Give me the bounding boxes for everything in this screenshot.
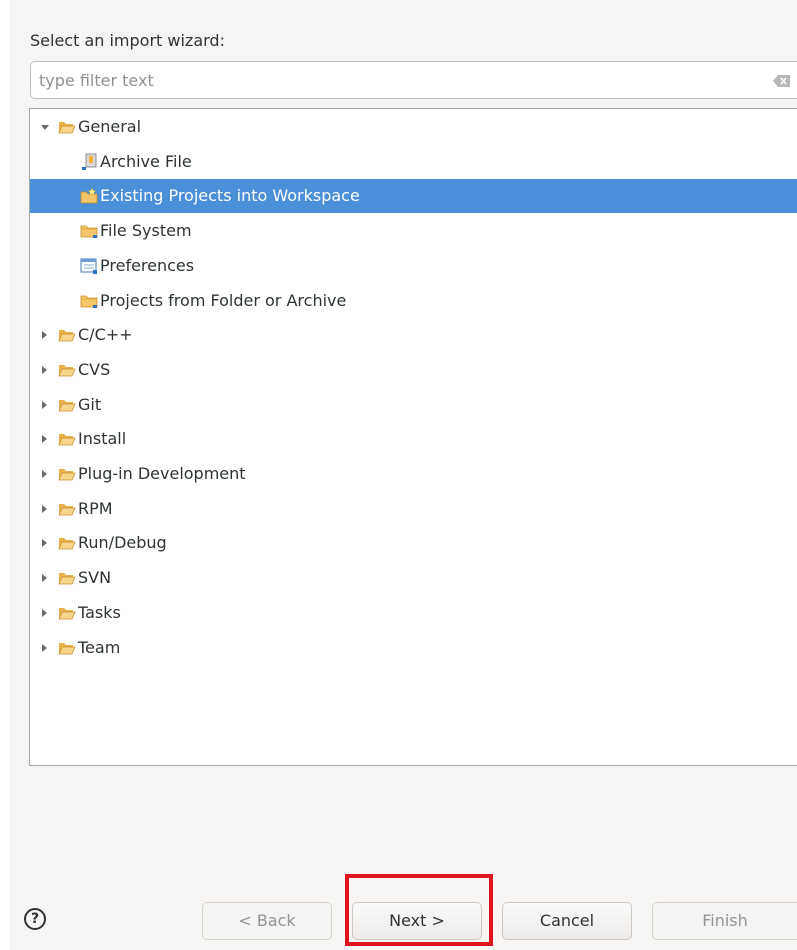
tree-item-label: C/C++ [78,325,133,345]
tree-item-label: CVS [78,359,111,379]
tree-item-label: Plug-in Development [78,464,246,483]
filter-input[interactable] [31,62,759,98]
expand-arrow-icon[interactable] [42,435,47,444]
tree-item-label: Archive File [100,151,192,171]
tree-item-label: General [78,117,142,136]
tree-item-c-c[interactable]: C/C++ [30,318,797,352]
expand-arrow-icon[interactable] [42,539,47,548]
tree-item-svn[interactable]: SVN [30,561,797,595]
expand-arrow-icon[interactable] [42,331,47,340]
help-icon[interactable]: ? [24,908,46,930]
filter-box [30,61,797,99]
folder-open-icon [58,361,76,379]
wizard-prompt: Select an import wizard: [30,31,225,50]
tree-item-rpm[interactable]: RPM [30,492,797,526]
collapse-arrow-icon[interactable] [41,125,49,130]
tree-item-tasks[interactable]: Tasks [30,596,797,630]
dialog-footer: ? < Back Next > Cancel Finish [10,872,797,950]
folder-icon [80,292,98,310]
folder-open-icon [58,326,76,344]
wizard-tree[interactable]: General Archive File Existing Projects int… [29,108,797,766]
preferences-icon [80,257,98,275]
tree-item-team[interactable]: Team [30,631,797,665]
finish-button[interactable]: Finish [652,902,797,940]
folder-open-icon [58,396,76,414]
tree-item-general[interactable]: General [30,110,797,144]
expand-arrow-icon[interactable] [42,643,47,652]
tree-item-cvs[interactable]: CVS [30,353,797,387]
tree-item-file-system[interactable]: File System [30,214,797,248]
tree-item-preferences[interactable]: Preferences [30,249,797,283]
folder-open-icon [58,639,76,657]
tree-item-label: RPM [78,498,113,518]
next-button[interactable]: Next > [352,902,482,940]
expand-arrow-icon[interactable] [42,400,47,409]
tree-item-label: Projects from Folder or Archive [100,290,347,310]
folder-open-icon [58,118,76,136]
tree-item-label: Git [78,394,102,414]
tree-item-label: Preferences [100,255,195,275]
archive-file-icon [80,153,98,171]
tree-item-plug-in-development[interactable]: Plug-in Development [30,457,797,491]
tree-item-label: SVN [78,568,112,588]
tree-item-label: Run/Debug [78,533,167,553]
back-button[interactable]: < Back [202,902,332,940]
tree-item-projects-from-folder-or-archive[interactable]: Projects from Folder or Archive [30,284,797,318]
folder-open-icon [58,534,76,552]
folder-open-icon [58,569,76,587]
cancel-button[interactable]: Cancel [502,902,632,940]
folder-open-icon [58,604,76,622]
folder-open-icon [58,430,76,448]
expand-arrow-icon[interactable] [42,365,47,374]
expand-arrow-icon[interactable] [42,608,47,617]
tree-item-install[interactable]: Install [30,422,797,456]
clear-filter-icon[interactable] [773,73,791,87]
tree-item-label: Tasks [78,602,121,622]
tree-item-run-debug[interactable]: Run/Debug [30,526,797,560]
import-wizard-dialog: Select an import wizard: General Archive … [10,0,797,950]
tree-item-label: Install [78,429,127,449]
folder-open-icon [58,500,76,518]
tree-item-label: Existing Projects into Workspace [100,186,360,206]
tree-item-archive-file[interactable]: Archive File [30,145,797,179]
tree-item-existing-projects-into-workspace[interactable]: Existing Projects into Workspace [30,179,797,214]
expand-arrow-icon[interactable] [42,504,47,513]
tree-item-label: File System [100,221,192,241]
expand-arrow-icon[interactable] [42,574,47,583]
folder-icon [80,222,98,240]
folder-open-icon [58,465,76,483]
tree-item-label: Team [78,637,121,657]
tree-item-git[interactable]: Git [30,388,797,422]
existing-projects-icon [80,187,98,205]
expand-arrow-icon[interactable] [42,470,47,478]
